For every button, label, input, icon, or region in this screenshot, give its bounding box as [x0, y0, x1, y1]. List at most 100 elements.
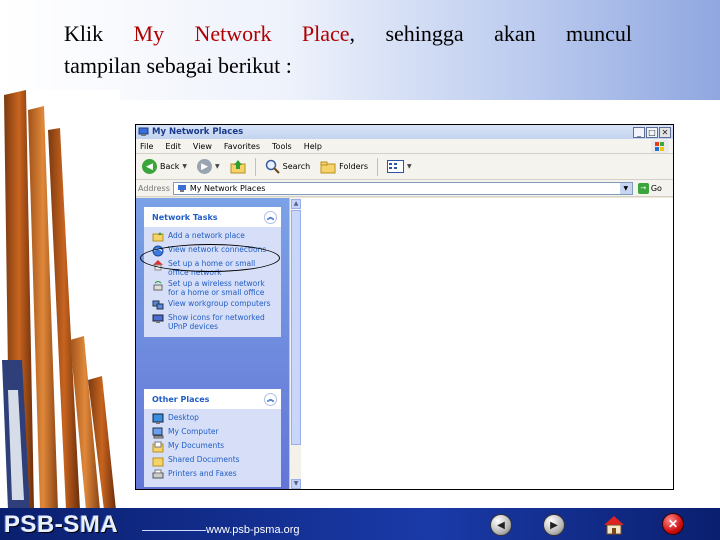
- address-input[interactable]: My Network Places ▼: [172, 181, 633, 195]
- chevron-down-icon[interactable]: ▼: [407, 163, 412, 170]
- arrow-right-icon: ▶: [550, 519, 558, 531]
- window-title: My Network Places: [152, 127, 244, 137]
- back-button[interactable]: ◀ Back ▼: [139, 157, 190, 176]
- wood-strips-graphic: [0, 90, 120, 510]
- network-tasks-panel: Network Tasks ︽ Add a network place View…: [144, 207, 281, 337]
- back-arrow-icon: ◀: [142, 159, 157, 174]
- place-printers-and-faxes[interactable]: Printers and Faxes: [152, 469, 277, 481]
- network-tasks-list: Add a network place View network connect…: [144, 227, 281, 337]
- word-my: My: [133, 21, 165, 46]
- arrow-left-icon: ◀: [497, 519, 505, 531]
- toolbar-separator: [254, 157, 256, 176]
- menu-help[interactable]: Help: [304, 142, 322, 151]
- next-slide-button[interactable]: ▶: [543, 514, 565, 536]
- minimize-button[interactable]: _: [633, 126, 645, 138]
- explorer-body: Network Tasks ︽ Add a network place View…: [136, 198, 673, 489]
- network-places-icon: [177, 184, 186, 192]
- close-button[interactable]: ✕: [659, 126, 671, 138]
- views-icon: [387, 160, 405, 173]
- task-add-network-place[interactable]: Add a network place: [152, 231, 277, 243]
- task-view-network-connections[interactable]: View network connections: [152, 245, 277, 257]
- task-setup-home-network[interactable]: Set up a home or small office network: [152, 259, 277, 277]
- menu-bar: File Edit View Favorites Tools Help: [136, 139, 673, 154]
- address-bar: Address My Network Places ▼ → Go: [136, 180, 673, 197]
- task-pane-scrollbar[interactable]: ▲ ▼: [289, 198, 301, 489]
- scrollbar-thumb[interactable]: [291, 210, 301, 445]
- menu-view[interactable]: View: [193, 142, 212, 151]
- address-dropdown-button[interactable]: ▼: [619, 182, 632, 194]
- exit-button[interactable]: ✕: [662, 513, 684, 535]
- up-folder-button[interactable]: [227, 157, 249, 176]
- left-decoration: [0, 90, 120, 510]
- forward-arrow-icon: ▶: [197, 159, 213, 174]
- search-icon: [265, 159, 280, 174]
- footer-bar: PSB-SMA www.psb-psma.org ◀ ▶ ✕: [0, 508, 720, 540]
- home-network-icon: [153, 260, 163, 271]
- menu-tools[interactable]: Tools: [272, 142, 292, 151]
- title-bar: My Network Places _ □ ✕: [136, 125, 673, 139]
- windows-flag-icon: [651, 140, 669, 153]
- word-muncul: muncul: [566, 21, 632, 46]
- address-label: Address: [138, 183, 170, 193]
- place-my-computer[interactable]: My Computer: [152, 427, 277, 439]
- folders-button[interactable]: Folders: [317, 158, 371, 176]
- collapse-chevron-icon[interactable]: ︽: [264, 210, 277, 224]
- go-arrow-icon: →: [637, 182, 649, 194]
- file-list-area[interactable]: [301, 198, 673, 489]
- place-desktop[interactable]: Desktop: [152, 413, 277, 425]
- go-button[interactable]: → Go: [637, 182, 662, 194]
- place-my-documents[interactable]: My Documents: [152, 441, 277, 453]
- footer-url[interactable]: www.psb-psma.org: [206, 524, 300, 536]
- previous-slide-button[interactable]: ◀: [490, 514, 512, 536]
- other-places-title: Other Places: [152, 394, 210, 404]
- task-view-workgroup-computers[interactable]: View workgroup computers: [152, 299, 277, 311]
- other-places-header[interactable]: Other Places ︽: [144, 389, 281, 409]
- maximize-button[interactable]: □: [646, 126, 658, 138]
- upnp-devices-icon: [152, 314, 164, 323]
- task-setup-wireless-network[interactable]: Set up a wireless network for a home or …: [152, 279, 277, 297]
- search-label: Search: [282, 162, 311, 171]
- menu-favorites[interactable]: Favorites: [224, 142, 260, 151]
- other-places-panel: Other Places ︽ Desktop My Computer My Do…: [144, 389, 281, 487]
- explorer-window: My Network Places _ □ ✕ File Edit View F…: [135, 124, 674, 490]
- home-button[interactable]: [603, 514, 625, 536]
- folders-label: Folders: [339, 162, 369, 171]
- forward-button[interactable]: ▶ ▼: [194, 157, 223, 176]
- views-button[interactable]: ▼: [384, 158, 415, 175]
- desktop-icon: [152, 413, 164, 424]
- collapse-chevron-icon[interactable]: ︽: [264, 392, 277, 406]
- my-documents-icon: [152, 441, 164, 453]
- up-folder-icon: [230, 160, 246, 174]
- network-tasks-header[interactable]: Network Tasks ︽: [144, 207, 281, 227]
- task-show-upnp-icons[interactable]: Show icons for networked UPnP devices: [152, 313, 277, 331]
- place-shared-documents[interactable]: Shared Documents: [152, 455, 277, 467]
- task-pane: Network Tasks ︽ Add a network place View…: [136, 198, 289, 489]
- menu-edit[interactable]: Edit: [165, 142, 181, 151]
- network-connections-icon: [152, 245, 164, 257]
- toolbar-separator: [377, 157, 379, 176]
- workgroup-computers-icon: [152, 300, 164, 310]
- shared-documents-icon: [152, 457, 164, 467]
- url-underline: [142, 530, 206, 531]
- slide-instruction-text: Klik My Network Place, sehingga akan mun…: [64, 18, 632, 82]
- menu-file[interactable]: File: [140, 142, 153, 151]
- word-place: Place,: [301, 21, 356, 46]
- network-places-icon: [138, 127, 149, 136]
- scroll-down-icon[interactable]: ▼: [291, 479, 301, 489]
- word-akan: akan: [494, 21, 536, 46]
- back-label: Back: [160, 162, 180, 171]
- word-klik: Klik: [64, 21, 104, 46]
- search-button[interactable]: Search: [262, 157, 313, 176]
- scroll-up-icon[interactable]: ▲: [291, 199, 301, 209]
- go-label: Go: [650, 183, 662, 193]
- printer-icon: [152, 469, 164, 479]
- my-computer-icon: [152, 427, 164, 439]
- add-network-place-icon: [152, 232, 164, 242]
- chevron-down-icon[interactable]: ▼: [182, 163, 187, 170]
- home-icon: [604, 516, 624, 535]
- chevron-down-icon[interactable]: ▼: [215, 163, 220, 170]
- network-tasks-title: Network Tasks: [152, 212, 218, 222]
- psb-sma-logo: PSB-SMA: [4, 511, 119, 538]
- folders-icon: [320, 161, 336, 173]
- wireless-network-icon: [153, 281, 163, 291]
